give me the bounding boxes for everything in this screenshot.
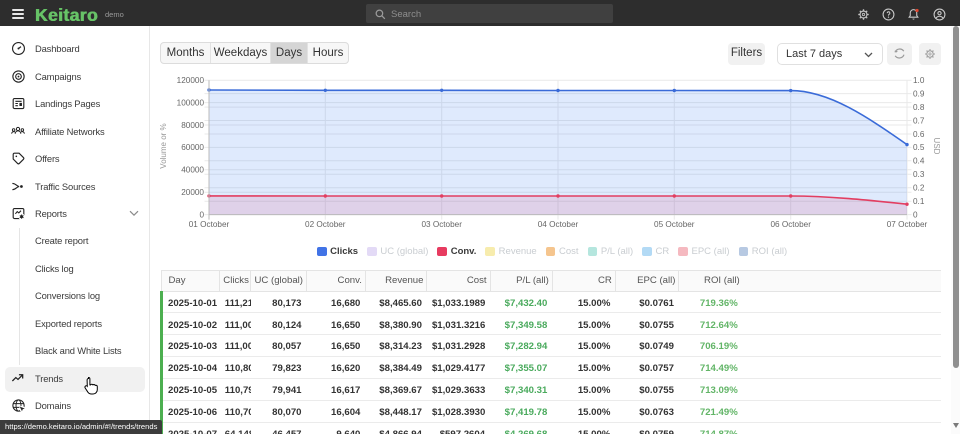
svg-text:1.0: 1.0: [913, 76, 925, 85]
svg-text:04 October: 04 October: [538, 220, 579, 229]
svg-text:120000: 120000: [177, 76, 205, 85]
svg-text:Volume or %: Volume or %: [159, 123, 168, 168]
svg-text:USD: USD: [932, 138, 941, 155]
svg-text:60000: 60000: [181, 143, 204, 152]
svg-text:0.8: 0.8: [913, 103, 925, 112]
svg-text:07 October: 07 October: [887, 220, 928, 229]
svg-text:01 October: 01 October: [189, 220, 230, 229]
svg-text:0.2: 0.2: [913, 184, 925, 193]
svg-text:03 October: 03 October: [421, 220, 462, 229]
svg-text:40000: 40000: [181, 166, 204, 175]
svg-text:100000: 100000: [177, 98, 205, 107]
svg-text:05 October: 05 October: [654, 220, 695, 229]
svg-text:0.3: 0.3: [913, 170, 925, 179]
svg-text:0.5: 0.5: [913, 143, 925, 152]
svg-text:20000: 20000: [181, 188, 204, 197]
svg-text:0: 0: [913, 210, 918, 219]
svg-text:0.7: 0.7: [913, 116, 925, 125]
svg-text:0.6: 0.6: [913, 130, 925, 139]
svg-text:0: 0: [199, 210, 204, 219]
svg-text:02 October: 02 October: [305, 220, 346, 229]
svg-text:0.9: 0.9: [913, 89, 925, 98]
svg-text:80000: 80000: [181, 121, 204, 130]
svg-text:0.1: 0.1: [913, 197, 925, 206]
svg-text:06 October: 06 October: [770, 220, 811, 229]
svg-text:0.4: 0.4: [913, 157, 925, 166]
